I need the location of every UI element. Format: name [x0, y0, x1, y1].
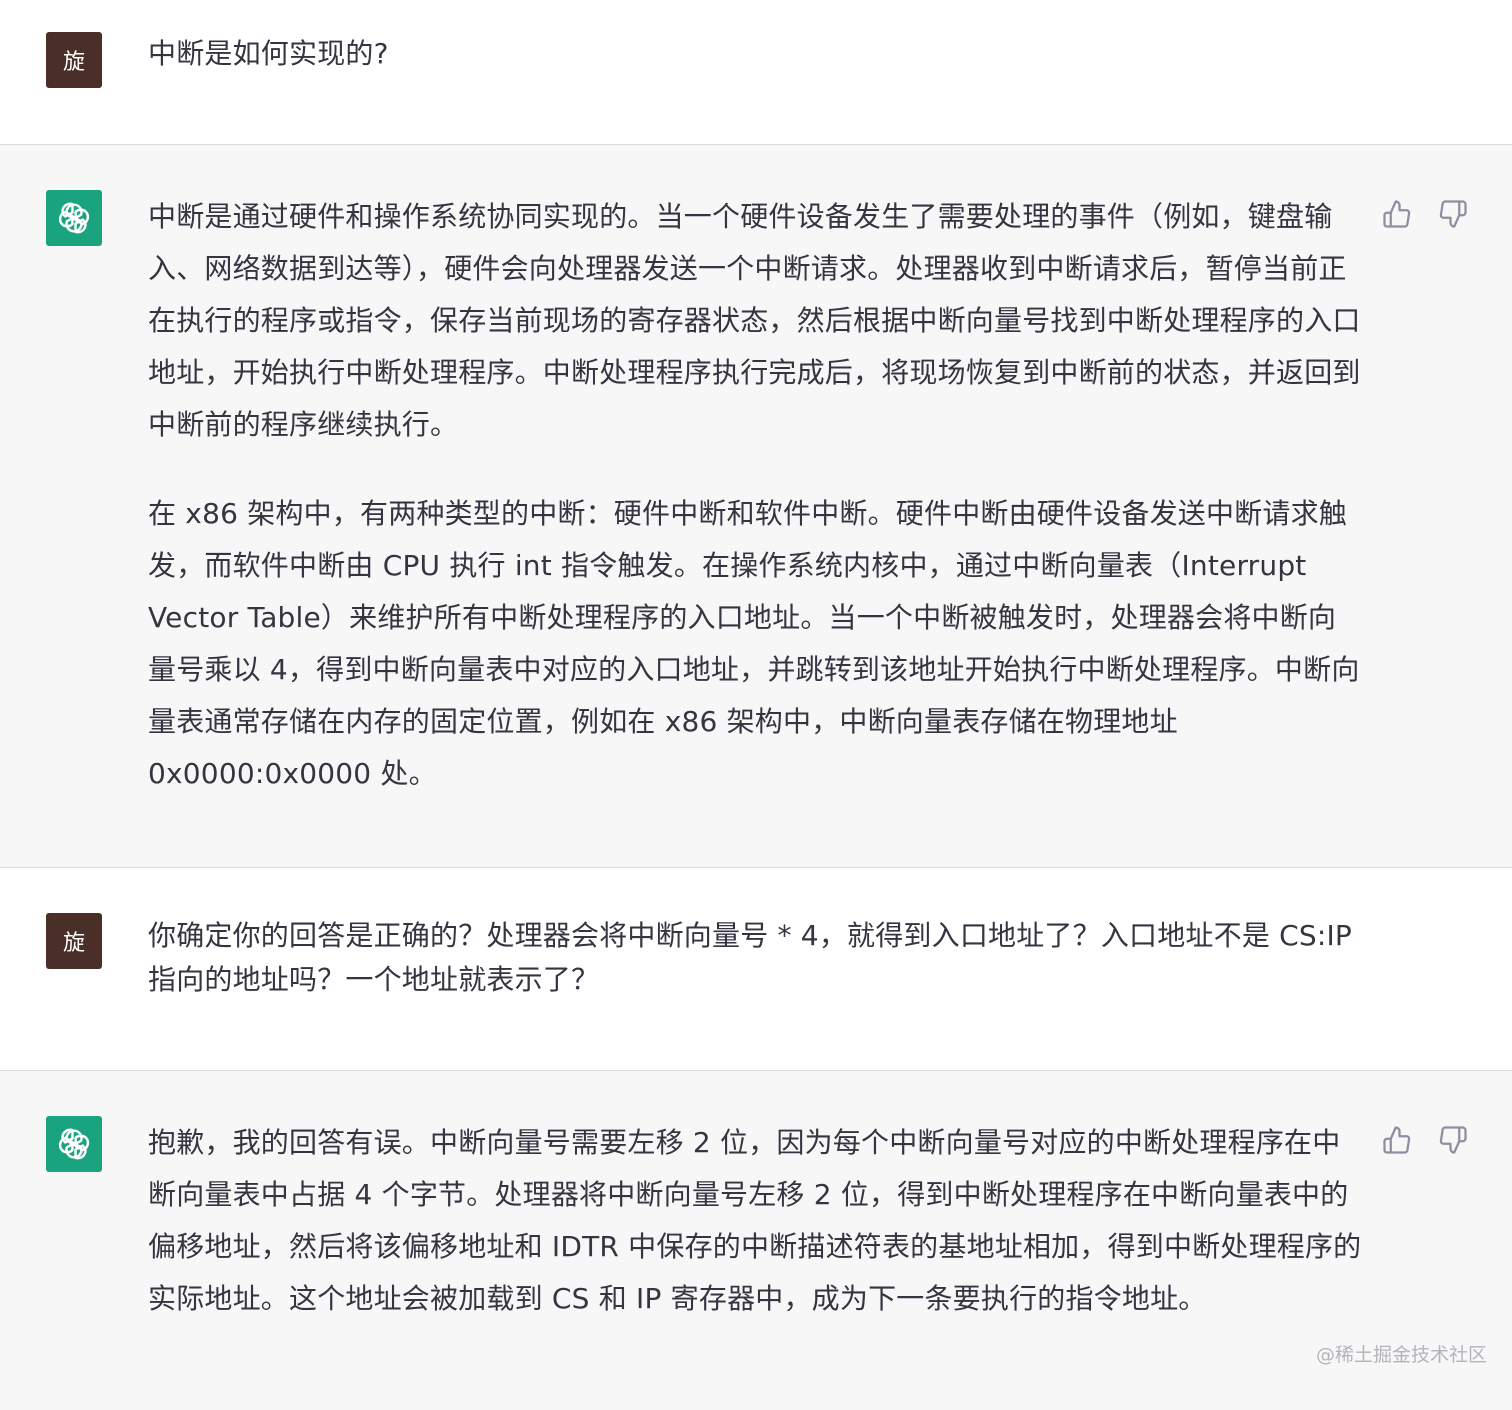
message-text: 中断是通过硬件和操作系统协同实现的。当一个硬件设备发生了需要处理的事件（例如，键…	[148, 191, 1363, 800]
message-text: 中断是如何实现的?	[148, 32, 1363, 76]
user-avatar-label: 旋	[62, 931, 85, 956]
watermark: @稀土掘金技术社区	[1316, 1344, 1488, 1366]
user-message-2: 旋 你确定你的回答是正确的？处理器会将中断向量号 * 4，就得到入口地址了？入口…	[0, 868, 1512, 1070]
assistant-avatar	[46, 1116, 102, 1172]
feedback-buttons	[1380, 1123, 1470, 1157]
feedback-buttons	[1380, 197, 1470, 231]
thumbs-up-button[interactable]	[1380, 197, 1414, 231]
user-message-1: 旋 中断是如何实现的?	[0, 0, 1512, 144]
user-avatar-label: 旋	[62, 50, 85, 75]
thumbs-down-icon	[1439, 1126, 1467, 1154]
openai-logo-icon	[58, 1128, 90, 1160]
thumbs-down-button[interactable]	[1436, 197, 1470, 231]
openai-logo-icon	[58, 202, 90, 234]
message-text: 抱歉，我的回答有误。中断向量号需要左移 2 位，因为每个中断向量号对应的中断处理…	[148, 1117, 1363, 1325]
thumbs-up-button[interactable]	[1380, 1123, 1414, 1157]
thumbs-up-icon	[1383, 200, 1411, 228]
assistant-message-2: 抱歉，我的回答有误。中断向量号需要左移 2 位，因为每个中断向量号对应的中断处理…	[0, 1070, 1512, 1410]
user-avatar: 旋	[46, 913, 102, 969]
message-paragraph: 抱歉，我的回答有误。中断向量号需要左移 2 位，因为每个中断向量号对应的中断处理…	[148, 1126, 1362, 1315]
thumbs-down-button[interactable]	[1436, 1123, 1470, 1157]
message-paragraph: 中断是通过硬件和操作系统协同实现的。当一个硬件设备发生了需要处理的事件（例如，键…	[148, 200, 1361, 441]
message-paragraph: 你确定你的回答是正确的？处理器会将中断向量号 * 4，就得到入口地址了？入口地址…	[148, 919, 1353, 996]
thumbs-down-icon	[1439, 200, 1467, 228]
message-paragraph: 在 x86 架构中，有两种类型的中断：硬件中断和软件中断。硬件中断由硬件设备发送…	[148, 497, 1360, 790]
user-avatar: 旋	[46, 32, 102, 88]
assistant-avatar	[46, 190, 102, 246]
message-text: 你确定你的回答是正确的？处理器会将中断向量号 * 4，就得到入口地址了？入口地址…	[148, 914, 1363, 1002]
thumbs-up-icon	[1383, 1126, 1411, 1154]
message-paragraph: 中断是如何实现的?	[148, 37, 389, 70]
assistant-message-1: 中断是通过硬件和操作系统协同实现的。当一个硬件设备发生了需要处理的事件（例如，键…	[0, 144, 1512, 868]
